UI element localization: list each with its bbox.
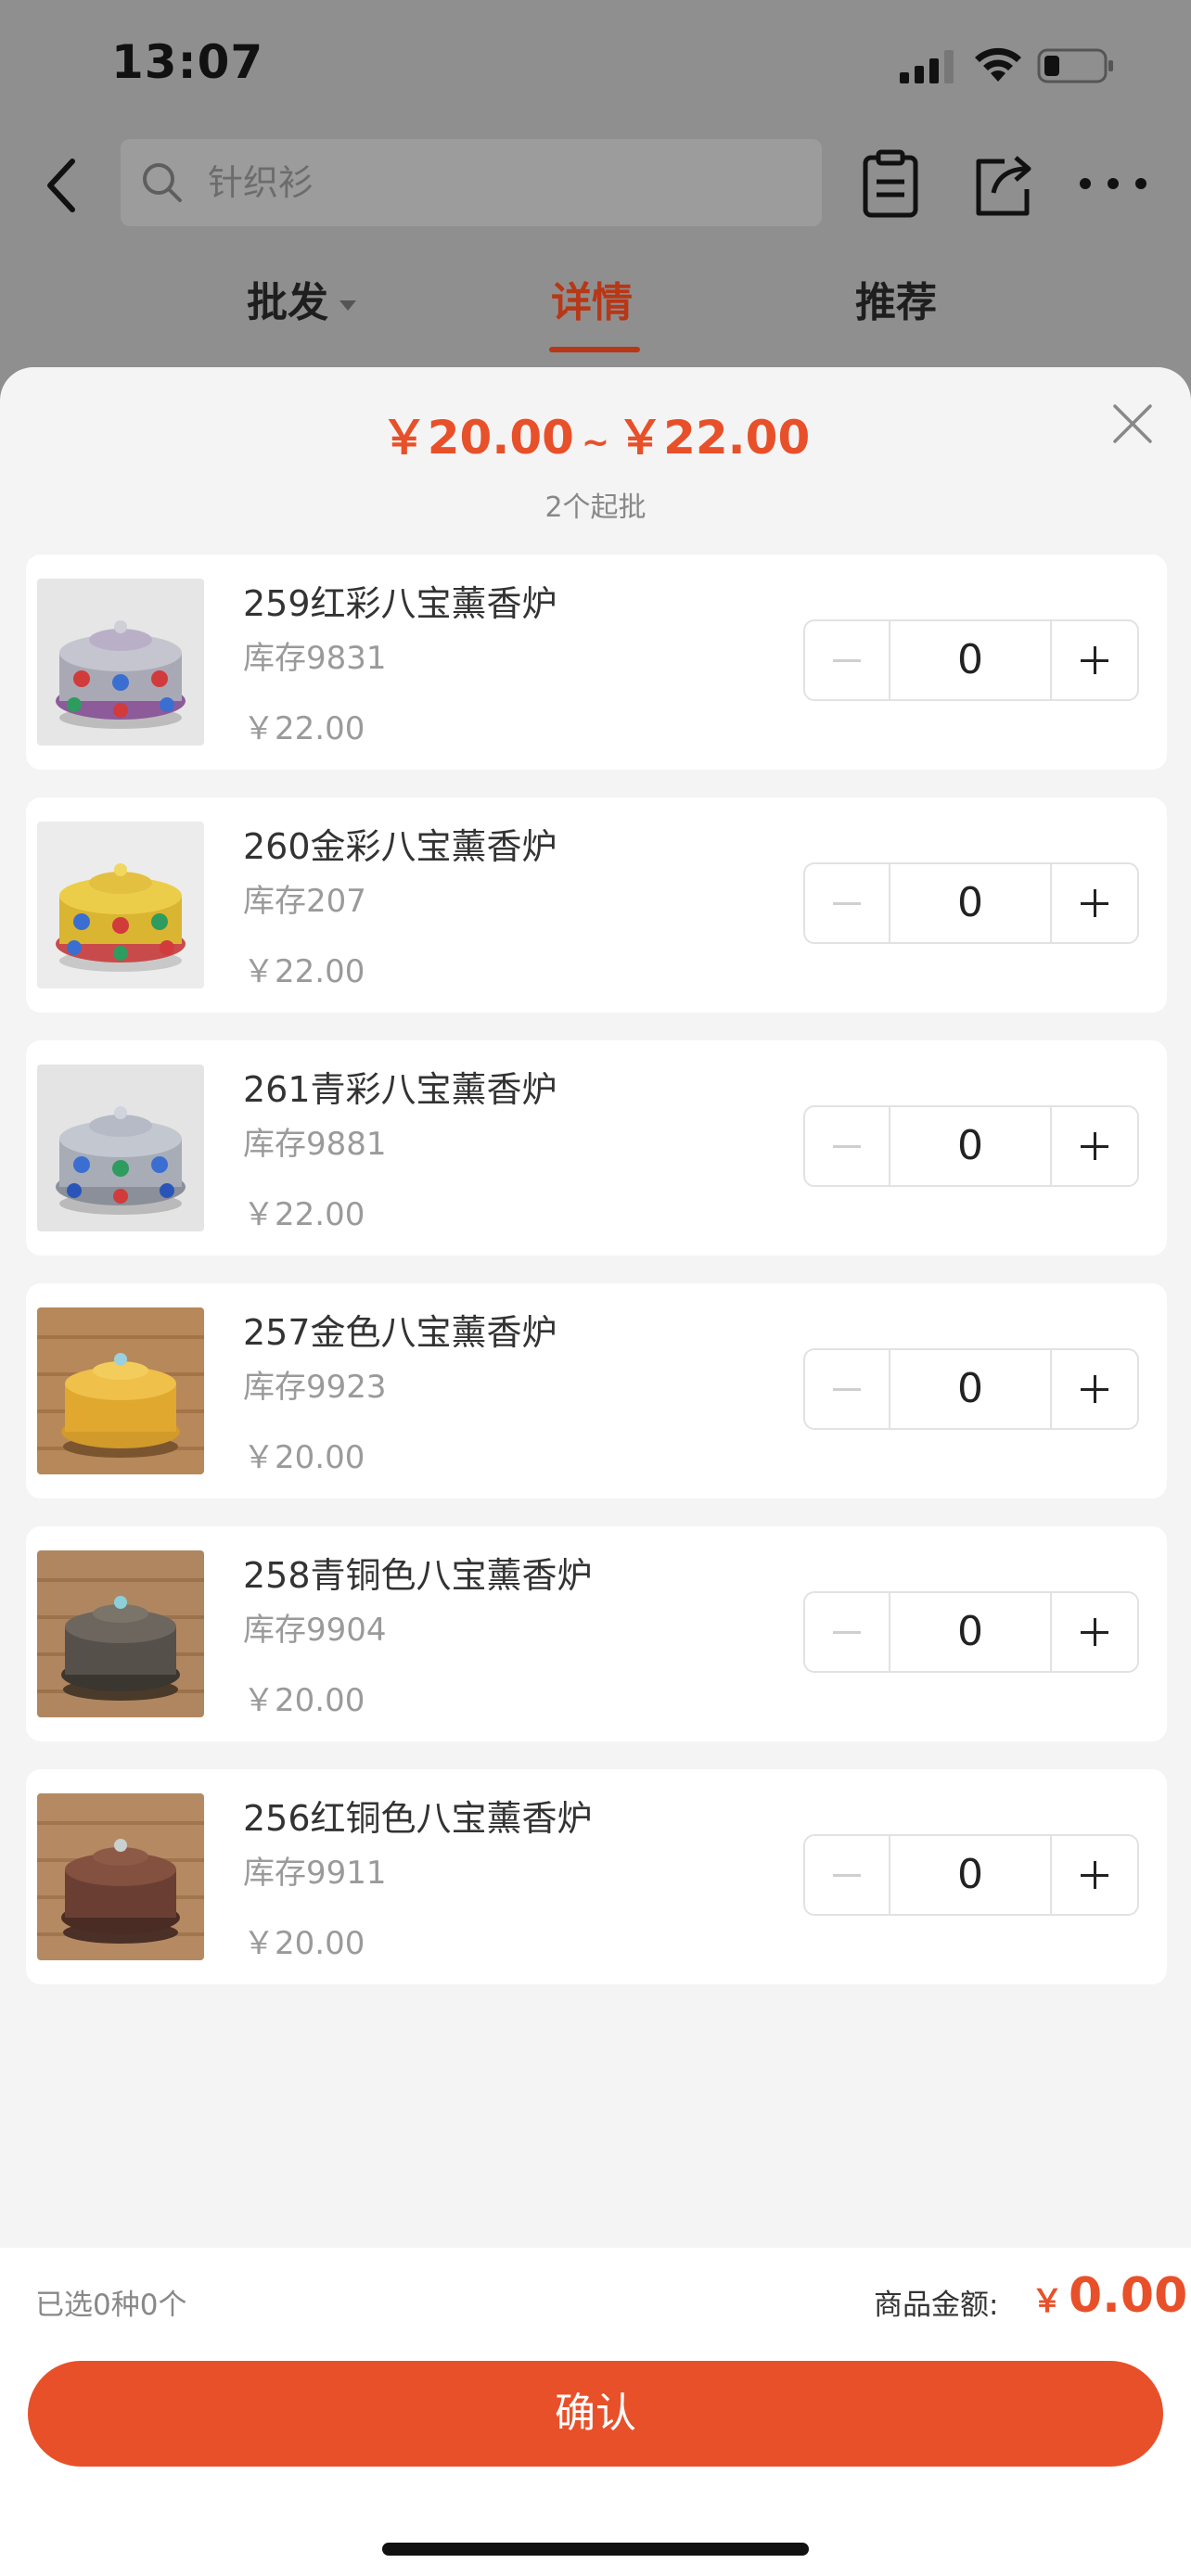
sku-item: 261青彩八宝薰香炉 库存9881 ￥22.00 0 (26, 1040, 1167, 1256)
decrease-button[interactable] (805, 864, 890, 942)
product-name: 256红铜色八宝薰香炉 (243, 1798, 593, 1839)
total-label: 商品金额: (874, 2289, 999, 2322)
product-thumbnail (37, 1550, 204, 1717)
product-stock: 库存9911 (243, 1855, 387, 1892)
product-price: ￥22.00 (243, 953, 365, 990)
confirm-button[interactable]: 确认 (28, 2361, 1163, 2467)
quantity-stepper: 0 (803, 619, 1139, 701)
tab-wholesale[interactable]: 批发 (247, 269, 356, 328)
product-thumbnail (37, 1065, 204, 1231)
price-separator: ~ (581, 424, 610, 462)
product-name: 260金彩八宝薰香炉 (243, 826, 557, 867)
product-name: 261青彩八宝薰香炉 (243, 1069, 557, 1110)
battery-icon (1037, 48, 1113, 83)
product-stock: 库存9831 (243, 640, 387, 677)
product-price: ￥22.00 (243, 1196, 365, 1233)
quantity-stepper: 0 (803, 1591, 1139, 1673)
wifi-icon (975, 47, 1021, 82)
more-options-icon[interactable] (1076, 167, 1150, 200)
search-placeholder: 针织衫 (208, 162, 314, 203)
increase-button[interactable] (1052, 1836, 1137, 1914)
page-tabs: 批发 详情 推荐 (0, 269, 1191, 362)
back-arrow-icon[interactable] (35, 150, 91, 221)
quantity-input[interactable]: 0 (890, 1836, 1052, 1914)
total-amount: ￥ 0.00 (1031, 2268, 1187, 2324)
quantity-stepper: 0 (803, 1834, 1139, 1916)
tab-details[interactable]: 详情 (551, 269, 633, 328)
product-name: 259红彩八宝薰香炉 (243, 583, 557, 624)
product-name: 257金色八宝薰香炉 (243, 1312, 557, 1353)
product-name: 258青铜色八宝薰香炉 (243, 1555, 593, 1596)
product-price: ￥20.00 (243, 1925, 365, 1962)
increase-button[interactable] (1052, 1350, 1137, 1428)
product-price: ￥20.00 (243, 1439, 365, 1476)
total-currency: ￥ (1031, 2283, 1063, 2320)
share-icon[interactable] (969, 148, 1034, 219)
product-stock: 库存9881 (243, 1126, 387, 1163)
product-price: ￥22.00 (243, 710, 365, 747)
status-bar: 13:07 (0, 0, 1191, 130)
total-amount-value: 0.00 (1069, 2268, 1188, 2324)
min-order-note: 2个起批 (544, 491, 647, 524)
quantity-stepper: 0 (803, 862, 1139, 944)
sku-selection-sheet: ￥20.00 ~ ￥22.00 2个起批 259红彩八宝薰香炉 库存9831 ￥… (0, 367, 1191, 2576)
product-stock: 库存9923 (243, 1369, 387, 1406)
checkout-footer: 已选0种0个 商品金额: ￥ 0.00 确认 (0, 2248, 1191, 2576)
decrease-button[interactable] (805, 1836, 890, 1914)
status-time: 13:07 (111, 35, 264, 89)
product-price: ￥20.00 (243, 1682, 365, 1719)
caret-down-icon (339, 300, 356, 311)
search-icon (143, 163, 182, 202)
price-max: ￥22.00 (617, 411, 811, 465)
search-input[interactable]: 针织衫 (121, 139, 822, 226)
home-indicator (382, 2543, 809, 2556)
quantity-input[interactable]: 0 (890, 621, 1052, 699)
product-thumbnail (37, 822, 204, 988)
increase-button[interactable] (1052, 864, 1137, 942)
decrease-button[interactable] (805, 621, 890, 699)
price-range: ￥20.00 ~ ￥22.00 (0, 401, 1191, 467)
increase-button[interactable] (1052, 621, 1137, 699)
sku-item: 258青铜色八宝薰香炉 库存9904 ￥20.00 0 (26, 1526, 1167, 1741)
quantity-input[interactable]: 0 (890, 864, 1052, 942)
close-icon[interactable] (1109, 401, 1156, 447)
selected-count: 已选0种0个 (35, 2289, 187, 2322)
sku-item: 256红铜色八宝薰香炉 库存9911 ￥20.00 0 (26, 1769, 1167, 1984)
increase-button[interactable] (1052, 1107, 1137, 1185)
quantity-input[interactable]: 0 (890, 1107, 1052, 1185)
tab-wholesale-label: 批发 (247, 279, 328, 326)
quantity-input[interactable]: 0 (890, 1350, 1052, 1428)
sku-item: 257金色八宝薰香炉 库存9923 ￥20.00 0 (26, 1283, 1167, 1498)
clipboard-icon[interactable] (858, 148, 923, 219)
tab-recommend[interactable]: 推荐 (855, 269, 937, 328)
active-tab-underline (549, 347, 640, 352)
decrease-button[interactable] (805, 1593, 890, 1671)
top-nav-bar: 针织衫 (0, 130, 1191, 241)
decrease-button[interactable] (805, 1350, 890, 1428)
product-thumbnail (37, 1793, 204, 1960)
product-stock: 库存9904 (243, 1612, 387, 1649)
price-min: ￥20.00 (380, 411, 574, 465)
product-stock: 库存207 (243, 883, 366, 920)
cellular-signal-icon (900, 50, 954, 83)
decrease-button[interactable] (805, 1107, 890, 1185)
product-thumbnail (37, 1307, 204, 1474)
increase-button[interactable] (1052, 1593, 1137, 1671)
quantity-stepper: 0 (803, 1105, 1139, 1187)
sku-item: 259红彩八宝薰香炉 库存9831 ￥22.00 0 (26, 555, 1167, 770)
quantity-input[interactable]: 0 (890, 1593, 1052, 1671)
quantity-stepper: 0 (803, 1348, 1139, 1430)
product-thumbnail (37, 579, 204, 746)
sku-item: 260金彩八宝薰香炉 库存207 ￥22.00 0 (26, 797, 1167, 1013)
